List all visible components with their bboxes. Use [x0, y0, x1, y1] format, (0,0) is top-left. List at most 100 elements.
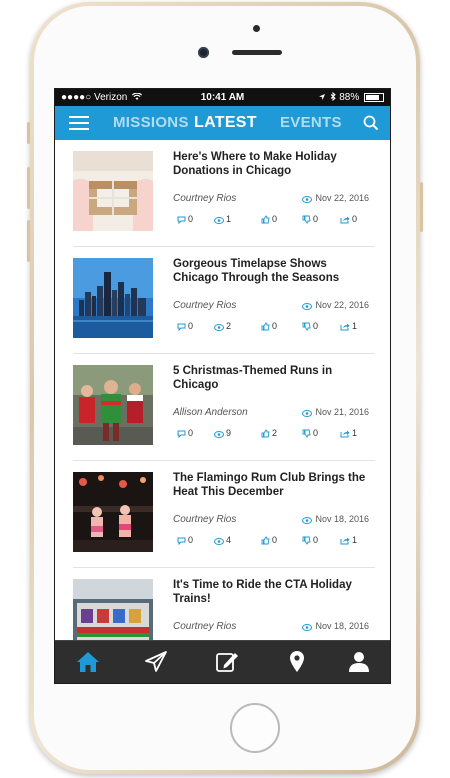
share-count[interactable]: 1 [340, 428, 357, 438]
dislike-count[interactable]: 0 [302, 428, 318, 438]
article-stats: 0 1 0 0 0 [177, 214, 367, 228]
comment-icon [177, 430, 186, 439]
volume-down-button [27, 220, 30, 262]
like-count[interactable]: 2 [261, 428, 277, 438]
list-item[interactable]: Gorgeous Timelapse Shows Chicago Through… [73, 247, 375, 354]
list-item[interactable]: Here's Where to Make Holiday Donations i… [73, 140, 375, 247]
tab-events[interactable]: EVENTS [280, 106, 342, 140]
date-text: Nov 18, 2016 [315, 621, 369, 631]
proximity-sensor [253, 25, 260, 32]
search-icon[interactable] [362, 114, 380, 132]
share-icon [340, 537, 350, 545]
share-icon [340, 216, 350, 224]
status-bar: ●●●●○ Verizon 10:41 AM 88% [55, 89, 390, 106]
location-arrow-icon [318, 94, 325, 100]
dislike-count[interactable]: 0 [302, 535, 318, 545]
eye-icon [214, 324, 224, 331]
view-count-text: 4 [226, 535, 232, 545]
like-count[interactable]: 0 [261, 321, 277, 331]
article-thumbnail [73, 365, 153, 445]
thumbs-down-icon [302, 429, 311, 438]
comment-count[interactable]: 0 [177, 321, 193, 332]
battery-icon [364, 92, 384, 102]
comment-icon [177, 216, 186, 225]
comment-count-text: 0 [188, 214, 194, 224]
comment-icon [177, 537, 186, 546]
user-icon[interactable] [346, 649, 372, 675]
share-count-text: 1 [352, 321, 358, 331]
share-count-text: 1 [352, 535, 358, 545]
map-pin-icon[interactable] [284, 649, 310, 675]
tab-missions[interactable]: MISSIONS [113, 106, 189, 140]
share-count[interactable]: 1 [340, 321, 357, 331]
share-count[interactable]: 0 [340, 214, 357, 224]
article-author: Courtney Rios [173, 514, 237, 525]
article-title: It's Time to Ride the CTA Holiday Trains… [173, 579, 352, 605]
bluetooth-icon [331, 91, 337, 102]
tab-latest[interactable]: LATEST [194, 106, 257, 140]
article-title: Gorgeous Timelapse Shows Chicago Through… [173, 258, 340, 284]
mute-switch [27, 122, 30, 144]
article-title: Here's Where to Make Holiday Donations i… [173, 151, 337, 177]
status-right-group: 88% [318, 89, 384, 106]
paper-plane-icon[interactable] [143, 649, 169, 675]
article-thumbnail [73, 258, 153, 338]
home-button[interactable] [230, 703, 280, 753]
article-date: Nov 22, 2016 [302, 300, 369, 310]
article-author: Courtney Rios [173, 300, 237, 311]
comment-icon [177, 323, 186, 332]
dislike-count[interactable]: 0 [302, 214, 318, 224]
article-stats: 0 9 2 0 1 [177, 428, 367, 442]
dislike-count-text: 0 [313, 535, 319, 545]
view-count[interactable]: 2 [214, 321, 231, 331]
eye-icon [214, 538, 224, 545]
share-count[interactable]: 1 [340, 535, 357, 545]
article-thumbnail [73, 579, 153, 642]
comment-count[interactable]: 0 [177, 535, 194, 546]
dislike-count[interactable]: 0 [302, 321, 318, 331]
article-author: Courtney Rios [173, 193, 237, 204]
battery-percent: 88% [339, 92, 360, 103]
thumbs-up-icon [261, 429, 270, 438]
article-title: 5 Christmas-Themed Runs in Chicago [173, 365, 333, 391]
front-camera [198, 47, 209, 58]
bottom-tab-bar [55, 640, 390, 683]
volume-up-button [27, 167, 30, 209]
like-count[interactable]: 0 [261, 214, 277, 224]
view-count[interactable]: 4 [214, 535, 231, 545]
edit-icon[interactable] [214, 649, 240, 675]
thumbs-down-icon [302, 322, 311, 331]
comment-count-text: 0 [188, 535, 194, 545]
view-count-text: 1 [226, 214, 232, 224]
menu-icon[interactable] [69, 116, 89, 130]
view-count[interactable]: 1 [214, 214, 231, 224]
article-author: Allison Anderson [173, 407, 248, 418]
article-date: Nov 21, 2016 [302, 407, 369, 417]
share-icon [340, 323, 350, 331]
article-thumbnail [73, 151, 153, 231]
article-author: Courtney Rios [173, 621, 237, 632]
view-count-text: 2 [226, 321, 232, 331]
article-thumbnail [73, 472, 153, 552]
list-item[interactable]: 5 Christmas-Themed Runs in Chicago Allis… [73, 354, 375, 461]
like-count[interactable]: 0 [261, 535, 277, 545]
comment-count[interactable]: 0 [177, 428, 194, 439]
eye-icon [302, 624, 313, 631]
comment-count[interactable]: 0 [177, 214, 194, 225]
comment-count-text: 0 [188, 428, 194, 438]
dislike-count-text: 0 [313, 321, 319, 331]
app-screen: ●●●●○ Verizon 10:41 AM 88% MISSIONS LATE [54, 88, 391, 684]
like-count-text: 2 [272, 428, 278, 438]
top-nav-bar: MISSIONS LATEST EVENTS [55, 106, 390, 140]
like-count-text: 0 [272, 214, 278, 224]
list-item[interactable]: The Flamingo Rum Club Brings the Heat Th… [73, 461, 375, 568]
list-item[interactable]: It's Time to Ride the CTA Holiday Trains… [73, 568, 375, 642]
thumbs-up-icon [261, 215, 270, 224]
article-date: Nov 18, 2016 [302, 621, 369, 631]
view-count[interactable]: 9 [214, 428, 231, 438]
thumbs-up-icon [261, 322, 270, 331]
dislike-count-text: 0 [313, 214, 319, 224]
view-count-text: 9 [226, 428, 232, 438]
eye-icon [214, 431, 224, 438]
home-icon[interactable] [75, 649, 101, 675]
